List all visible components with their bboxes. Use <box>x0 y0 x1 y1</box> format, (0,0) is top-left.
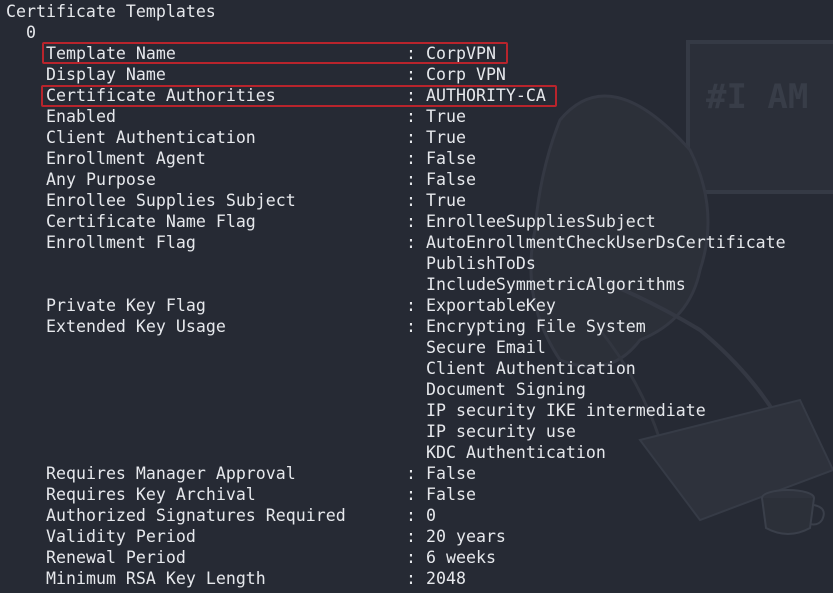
property-value: IncludeSymmetricAlgorithms <box>426 275 686 294</box>
property-separator: : <box>406 569 416 588</box>
property-value: False <box>426 464 476 483</box>
certificate-authorities-highlight <box>41 85 557 107</box>
property-key: Authorized Signatures Required <box>46 506 346 525</box>
property-key: Private Key Flag <box>46 296 206 315</box>
property-value: AutoEnrollmentCheckUserDsCertificate <box>426 233 786 252</box>
property-separator: : <box>406 170 416 189</box>
property-key: Display Name <box>46 65 166 84</box>
property-key: Requires Manager Approval <box>46 464 296 483</box>
property-key: Requires Key Archival <box>46 485 256 504</box>
property-value: 0 <box>426 506 436 525</box>
property-separator: : <box>406 128 416 147</box>
property-value: ExportableKey <box>426 296 556 315</box>
property-key: Enrollee Supplies Subject <box>46 191 296 210</box>
property-value: PublishToDs <box>426 254 536 273</box>
property-separator: : <box>406 191 416 210</box>
property-key: Renewal Period <box>46 548 186 567</box>
property-key: Enabled <box>46 107 116 126</box>
property-separator: : <box>406 212 416 231</box>
property-separator: : <box>406 506 416 525</box>
property-separator: : <box>406 317 416 336</box>
property-separator: : <box>406 296 416 315</box>
property-separator: : <box>406 527 416 546</box>
property-value: IP security IKE intermediate <box>426 401 706 420</box>
property-value: IP security use <box>426 422 576 441</box>
property-value: 20 years <box>426 527 506 546</box>
property-key: Extended Key Usage <box>46 317 226 336</box>
property-value: KDC Authentication <box>426 443 606 462</box>
property-value: EnrolleeSuppliesSubject <box>426 212 656 231</box>
property-key: Minimum RSA Key Length <box>46 569 266 588</box>
property-separator: : <box>406 149 416 168</box>
property-value: Encrypting File System <box>426 317 646 336</box>
property-key: Client Authentication <box>46 128 256 147</box>
property-separator: : <box>406 485 416 504</box>
property-value: True <box>426 191 466 210</box>
property-key: Validity Period <box>46 527 196 546</box>
property-value: False <box>426 485 476 504</box>
property-key: Enrollment Agent <box>46 149 206 168</box>
template-name-highlight <box>42 42 508 64</box>
property-value: Document Signing <box>426 380 586 399</box>
property-key: Certificate Name Flag <box>46 212 256 231</box>
property-value: False <box>426 170 476 189</box>
section-title: Certificate Templates <box>6 2 216 21</box>
property-value: 6 weeks <box>426 548 496 567</box>
property-separator: : <box>406 233 416 252</box>
property-key: Enrollment Flag <box>46 233 196 252</box>
property-value: Secure Email <box>426 338 546 357</box>
terminal-output: Certificate Templates 0 Template Name: Co… <box>0 0 833 593</box>
property-separator: : <box>406 107 416 126</box>
property-value: True <box>426 128 466 147</box>
property-value: 2048 <box>426 569 466 588</box>
property-separator: : <box>406 464 416 483</box>
template-index: 0 <box>26 23 36 42</box>
property-value: Corp VPN <box>426 65 506 84</box>
property-value: Client Authentication <box>426 359 636 378</box>
property-key: Any Purpose <box>46 170 156 189</box>
property-separator: : <box>406 548 416 567</box>
property-separator: : <box>406 65 416 84</box>
property-value: True <box>426 107 466 126</box>
property-value: False <box>426 149 476 168</box>
